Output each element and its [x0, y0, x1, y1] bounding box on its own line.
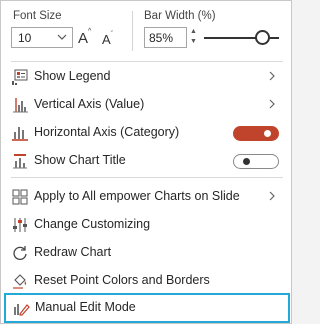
chart-context-menu: Font Size 10 A^ Aˇ Bar Width (%) 85% ▲ ▼…	[0, 0, 292, 324]
bar-width-value: 85%	[149, 31, 174, 45]
menu-item-show-chart-title[interactable]: Show Chart Title	[2, 147, 290, 174]
horizontal-axis-label: Horizontal Axis (Category)	[34, 125, 180, 139]
caret-up-icon: ^	[88, 28, 92, 35]
paint-bucket-icon	[13, 274, 27, 289]
menu-item-manual-edit-mode[interactable]: Manual Edit Mode	[4, 293, 290, 323]
bar-width-spinner[interactable]: ▲ ▼	[188, 27, 199, 48]
chevron-right-icon	[269, 191, 275, 201]
bar-width-input[interactable]: 85%	[144, 27, 187, 48]
show-chart-title-label: Show Chart Title	[34, 153, 126, 167]
increase-font-button[interactable]: A^	[78, 28, 92, 47]
manual-edit-mode-label: Manual Edit Mode	[35, 300, 136, 314]
header-divider	[132, 11, 133, 51]
horizontal-axis-toggle[interactable]	[233, 126, 279, 141]
font-size-combo[interactable]: 10	[11, 27, 73, 48]
toggle-knob	[264, 130, 271, 137]
menu-item-show-legend[interactable]: Show Legend	[2, 63, 290, 90]
caret-down-icon: ˇ	[110, 30, 114, 38]
font-size-label: Font Size	[13, 10, 62, 22]
spin-up-icon[interactable]: ▲	[188, 27, 199, 37]
show-legend-label: Show Legend	[34, 69, 111, 83]
chevron-down-icon[interactable]	[56, 31, 68, 43]
pencil-chart-icon	[14, 304, 30, 316]
menu-item-vertical-axis[interactable]: Vertical Axis (Value)	[2, 91, 290, 118]
decrease-font-button[interactable]: Aˇ	[102, 30, 114, 47]
toggle-knob	[243, 158, 250, 165]
chevron-right-icon	[269, 99, 275, 109]
font-size-value: 10	[18, 31, 32, 45]
change-customizing-label: Change Customizing	[34, 217, 151, 231]
refresh-icon	[13, 246, 27, 260]
legend-icon	[12, 69, 28, 85]
bar-width-label: Bar Width (%)	[144, 10, 216, 22]
redraw-chart-label: Redraw Chart	[34, 245, 112, 259]
menu-item-reset-point-colors[interactable]: Reset Point Colors and Borders	[2, 267, 290, 294]
chart-title-icon	[13, 154, 27, 169]
reset-point-colors-label: Reset Point Colors and Borders	[34, 273, 210, 287]
vertical-axis-icon	[13, 98, 28, 113]
separator	[11, 61, 283, 62]
chevron-right-icon	[269, 71, 275, 81]
show-chart-title-toggle[interactable]	[233, 154, 279, 169]
apply-all-label: Apply to All empower Charts on Slide	[34, 189, 240, 203]
sliders-icon	[13, 218, 27, 232]
menu-item-apply-all[interactable]: Apply to All empower Charts on Slide	[2, 183, 290, 210]
bar-width-slider-thumb[interactable]	[255, 30, 270, 45]
menu-item-redraw-chart[interactable]: Redraw Chart	[2, 239, 290, 266]
separator	[11, 177, 283, 178]
apply-all-icon	[12, 189, 28, 205]
menu-item-change-customizing[interactable]: Change Customizing	[2, 211, 290, 238]
menu-item-horizontal-axis[interactable]: Horizontal Axis (Category)	[2, 119, 290, 146]
increase-font-letter: A	[78, 30, 89, 47]
spin-down-icon[interactable]: ▼	[188, 37, 199, 47]
decrease-font-letter: A	[102, 32, 111, 47]
vertical-axis-label: Vertical Axis (Value)	[34, 97, 145, 111]
horizontal-axis-icon	[12, 127, 28, 141]
